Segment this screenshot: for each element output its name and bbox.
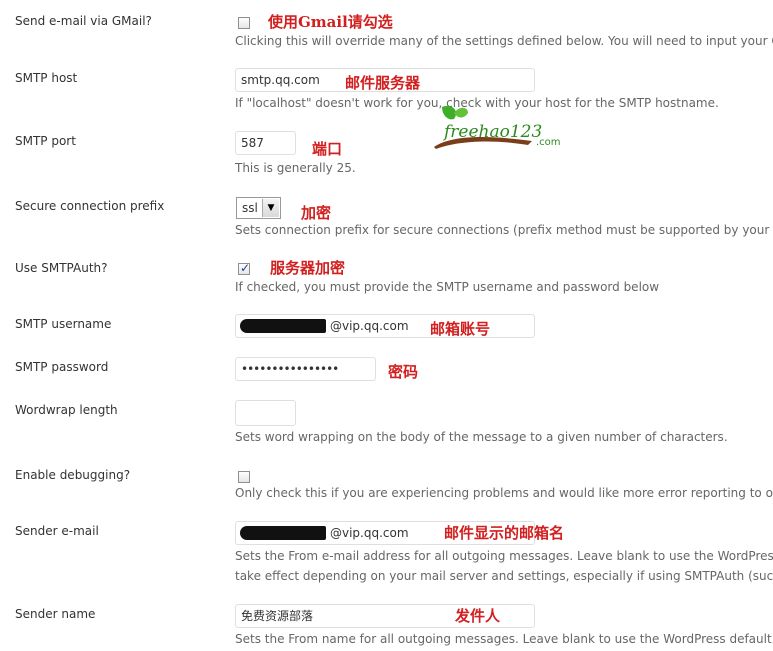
gmail-description: Clicking this will override many of the … bbox=[235, 34, 773, 48]
prefix-select-value: ssl bbox=[242, 201, 258, 215]
sender-email-label: Sender e-mail bbox=[15, 524, 99, 538]
redaction-mark bbox=[240, 526, 326, 540]
sender-email-description-2: take effect depending on your mail serve… bbox=[235, 569, 773, 583]
sender-name-label: Sender name bbox=[15, 607, 96, 621]
auth-description: If checked, you must provide the SMTP us… bbox=[235, 280, 660, 294]
auth-label: Use SMTPAuth? bbox=[15, 261, 108, 275]
username-annotation: 邮箱账号 bbox=[430, 320, 491, 338]
gmail-annotation: 使用Gmail请勾选 bbox=[268, 13, 393, 31]
watermark-text: freehao123 bbox=[442, 122, 542, 142]
debug-checkbox[interactable] bbox=[238, 471, 250, 483]
port-annotation: 端口 bbox=[312, 140, 343, 158]
auth-checkbox[interactable] bbox=[238, 261, 250, 275]
gmail-label: Send e-mail via GMail? bbox=[15, 14, 152, 28]
port-description: This is generally 25. bbox=[235, 161, 356, 175]
password-input[interactable]: •••••••••••••••• bbox=[235, 357, 376, 381]
redaction-mark bbox=[240, 319, 326, 333]
debug-description: Only check this if you are experiencing … bbox=[235, 486, 773, 500]
port-input[interactable]: 587 bbox=[235, 131, 296, 155]
host-annotation: 邮件服务器 bbox=[345, 74, 421, 92]
wordwrap-input[interactable] bbox=[235, 400, 296, 426]
auth-annotation: 服务器加密 bbox=[270, 259, 346, 277]
freehao123-logo: freehao123 .com bbox=[434, 105, 561, 149]
wordwrap-description: Sets word wrapping on the body of the me… bbox=[235, 430, 728, 444]
host-label: SMTP host bbox=[15, 71, 78, 85]
chevron-down-icon: ▼ bbox=[262, 199, 279, 217]
password-label: SMTP password bbox=[15, 360, 109, 374]
prefix-annotation: 加密 bbox=[301, 204, 332, 222]
sender-name-annotation: 发件人 bbox=[455, 607, 501, 625]
prefix-description: Sets connection prefix for secure connec… bbox=[235, 223, 773, 237]
wordwrap-label: Wordwrap length bbox=[15, 403, 118, 417]
password-annotation: 密码 bbox=[388, 363, 419, 381]
watermark-suffix: .com bbox=[536, 137, 561, 148]
debug-label: Enable debugging? bbox=[15, 468, 131, 482]
sender-email-annotation: 邮件显示的邮箱名 bbox=[444, 524, 565, 542]
port-label: SMTP port bbox=[15, 134, 76, 148]
username-value: @vip.qq.com bbox=[330, 319, 409, 333]
username-label: SMTP username bbox=[15, 317, 112, 331]
prefix-select[interactable]: ssl ▼ bbox=[236, 197, 281, 219]
sender-email-description-1: Sets the From e-mail address for all out… bbox=[235, 549, 773, 563]
sender-email-value: @vip.qq.com bbox=[330, 526, 409, 540]
gmail-checkbox[interactable] bbox=[238, 17, 250, 29]
sender-name-description: Sets the From name for all outgoing mess… bbox=[235, 632, 773, 646]
prefix-label: Secure connection prefix bbox=[15, 199, 165, 213]
